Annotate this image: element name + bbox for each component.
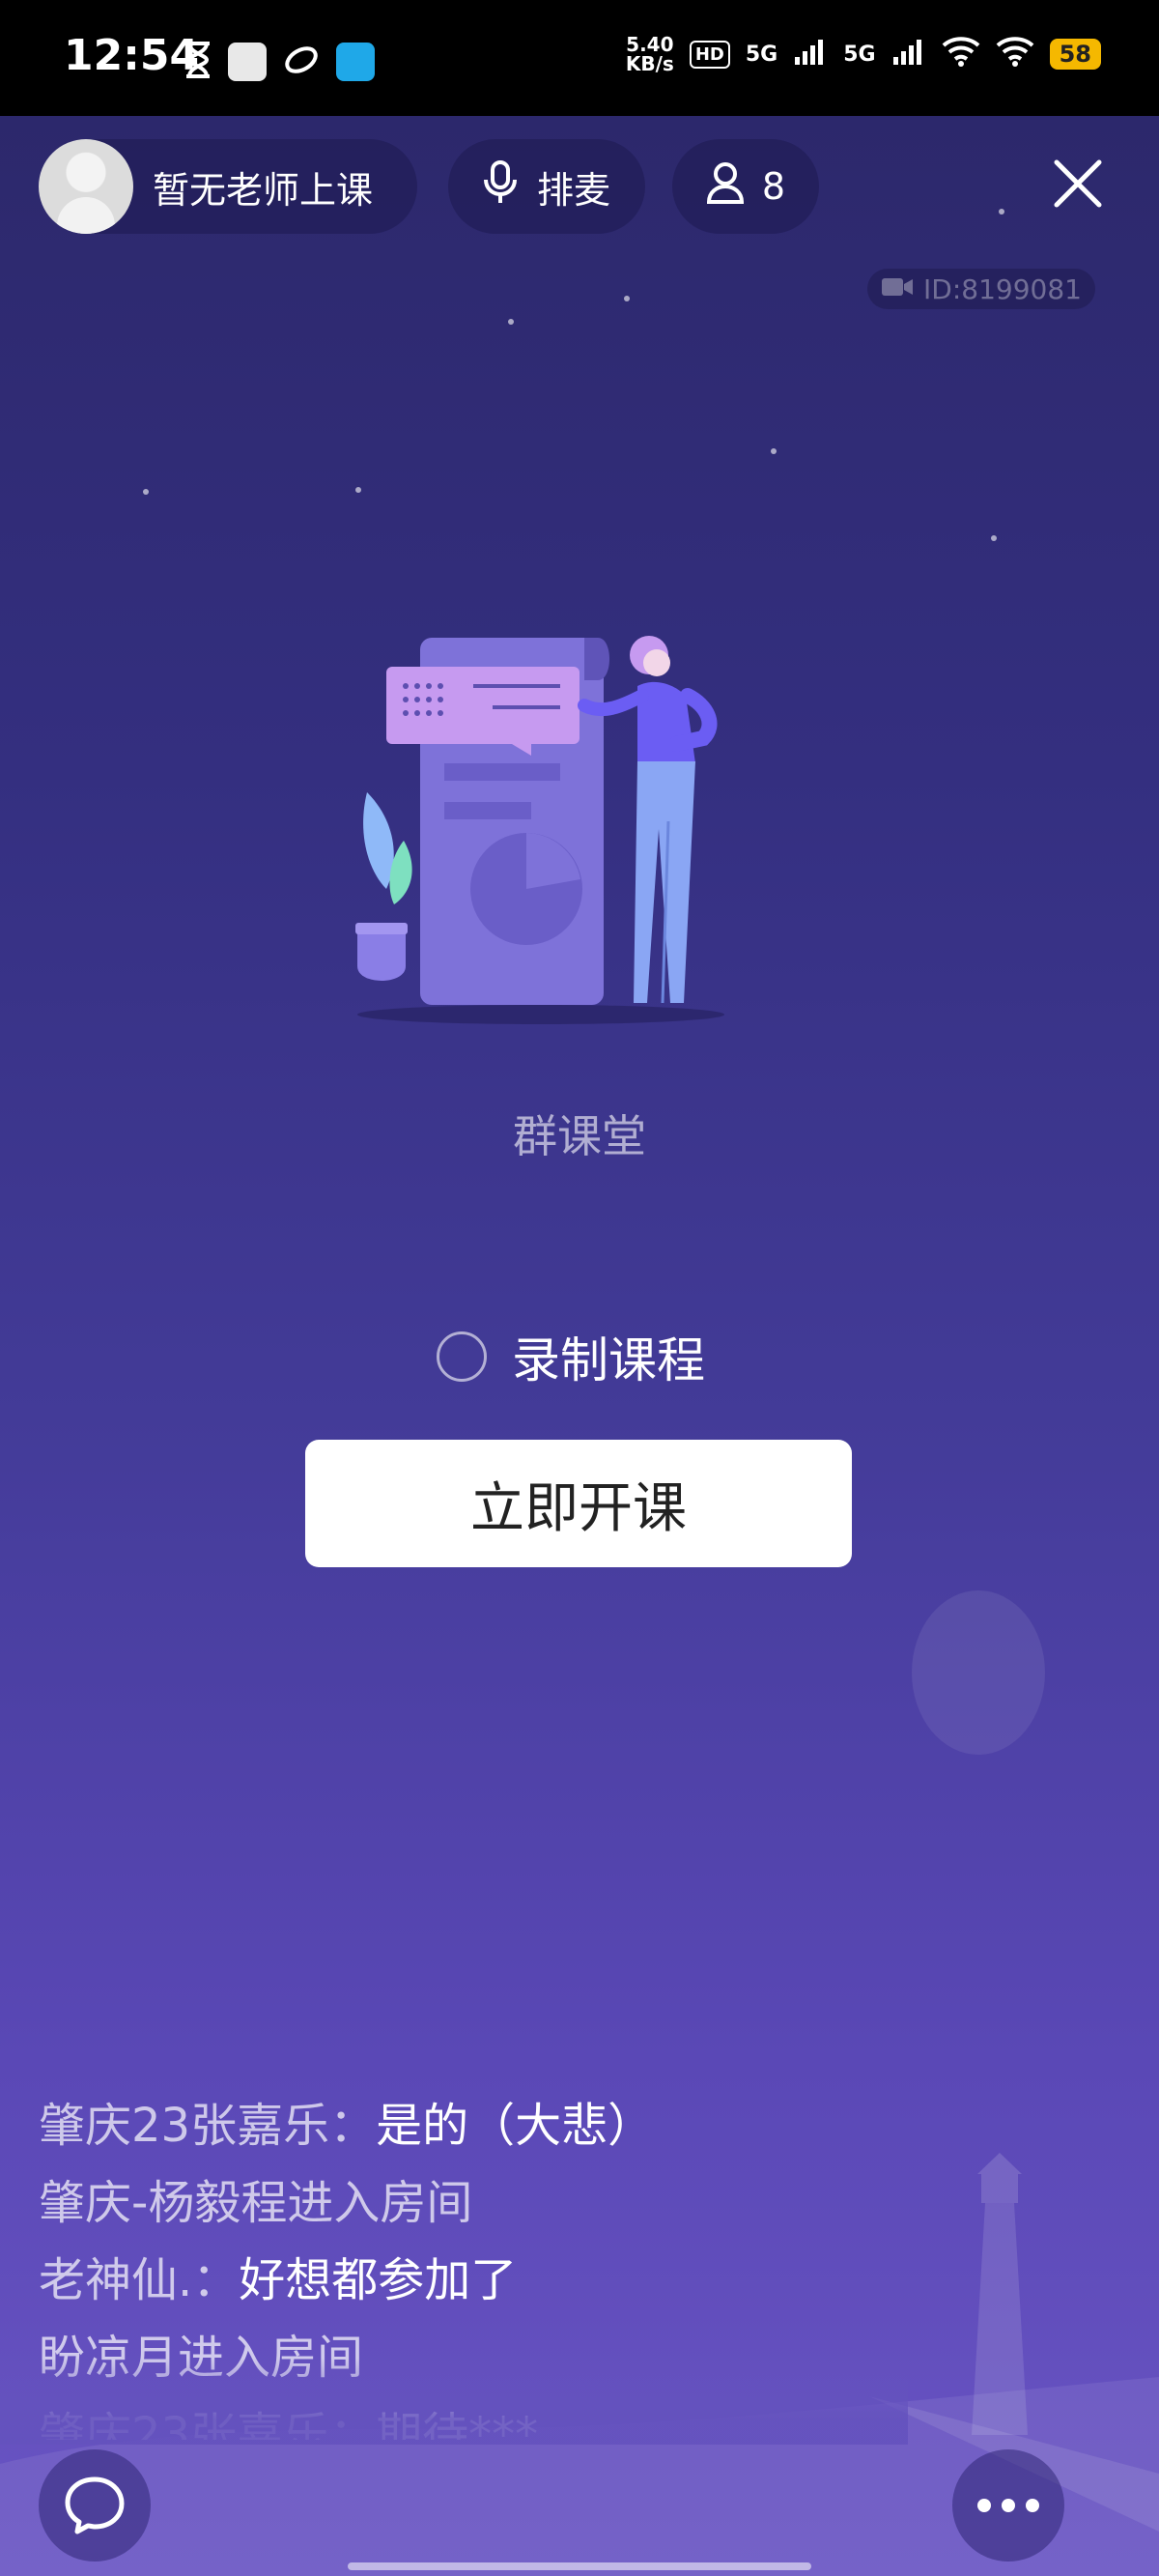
chat-line: 老神仙.：好想都参加了 [39, 2242, 908, 2319]
signal-5g-2: 5G [843, 42, 876, 67]
chat-messages: 肇庆23张嘉乐：是的（大悲） 肇庆-杨毅程进入房间 老神仙.：好想都参加了 盼凉… [39, 2087, 908, 2440]
wifi-icon [996, 36, 1034, 72]
net-speed: 5.40 KB/s [626, 35, 674, 73]
battery-indicator: 58 [1049, 39, 1101, 70]
room-id: ID:8199081 [923, 272, 1082, 305]
map-app-icon [228, 43, 267, 81]
status-bar: 12:54 5.40 KB/s HD 5G 5G 58 [0, 0, 1159, 116]
chat-sender: 肇庆23张嘉乐： [39, 2099, 377, 2153]
member-count-button[interactable]: 8 [672, 139, 819, 234]
home-indicator[interactable] [348, 2562, 811, 2570]
chat-line: 肇庆-杨毅程进入房间 [39, 2164, 908, 2242]
moon-decoration [912, 1590, 1045, 1755]
chat-system-message: 肇庆-杨毅程进入房间 [39, 2176, 473, 2230]
status-app-icons [184, 41, 375, 83]
class-title: 群课堂 [513, 1110, 646, 1162]
member-count: 8 [761, 165, 786, 208]
classroom-illustration [355, 636, 724, 1024]
net-speed-value: 5.40 [626, 33, 674, 56]
more-dots-icon [977, 2499, 1039, 2512]
teacher-info[interactable]: 暂无老师上课 [39, 139, 417, 234]
video-camera-icon [881, 273, 914, 305]
teacher-name: 暂无老师上课 [153, 168, 374, 212]
close-button[interactable] [1049, 155, 1107, 213]
net-speed-unit: KB/s [625, 52, 674, 75]
hd-badge: HD [689, 40, 730, 69]
wifi-icon [942, 36, 980, 72]
star-decoration [999, 209, 1004, 215]
mic-queue-label: 排麦 [536, 168, 610, 212]
record-course-option[interactable]: 录制课程 [437, 1322, 705, 1391]
avatar[interactable] [39, 139, 133, 234]
star-decoration [771, 448, 777, 454]
star-decoration [991, 535, 997, 541]
record-label: 录制课程 [512, 1332, 705, 1388]
record-radio[interactable] [437, 1331, 487, 1382]
chat-sender: 肇庆23张嘉乐： [39, 2408, 377, 2440]
user-icon [706, 161, 745, 213]
signal-5g-1: 5G [745, 42, 778, 67]
more-button[interactable] [952, 2449, 1064, 2562]
mic-icon [483, 159, 518, 214]
browser-app-icon [336, 43, 375, 81]
mic-queue-button[interactable]: 排麦 [448, 139, 645, 234]
loop-app-icon [282, 41, 321, 83]
close-icon [1054, 159, 1102, 208]
star-decoration [624, 296, 630, 301]
chat-bubble-icon [65, 2476, 125, 2534]
room-id-badge: ID:8199081 [867, 269, 1095, 309]
status-time: 12:54 [64, 31, 200, 80]
chat-line: 盼凉月进入房间 [39, 2319, 908, 2396]
chat-system-message: 盼凉月进入房间 [39, 2331, 364, 2385]
signal-bars-icon [793, 38, 828, 71]
star-decoration [355, 487, 361, 493]
chat-message: 期待*** [376, 2408, 539, 2440]
signal-bars-icon [891, 38, 926, 71]
star-decoration [508, 319, 514, 325]
chat-button[interactable] [39, 2449, 151, 2562]
chat-message: 好想都参加了 [239, 2253, 518, 2307]
chat-message: 是的（大悲） [376, 2099, 655, 2153]
hourglass-icon [184, 41, 212, 83]
star-decoration [143, 489, 149, 495]
status-right: 5.40 KB/s HD 5G 5G 58 [626, 35, 1101, 73]
start-class-button[interactable]: 立即开课 [305, 1440, 852, 1567]
chat-line: 肇庆23张嘉乐：期待*** [39, 2396, 908, 2440]
chat-sender: 老神仙.： [39, 2253, 240, 2307]
chat-line: 肇庆23张嘉乐：是的（大悲） [39, 2087, 908, 2164]
